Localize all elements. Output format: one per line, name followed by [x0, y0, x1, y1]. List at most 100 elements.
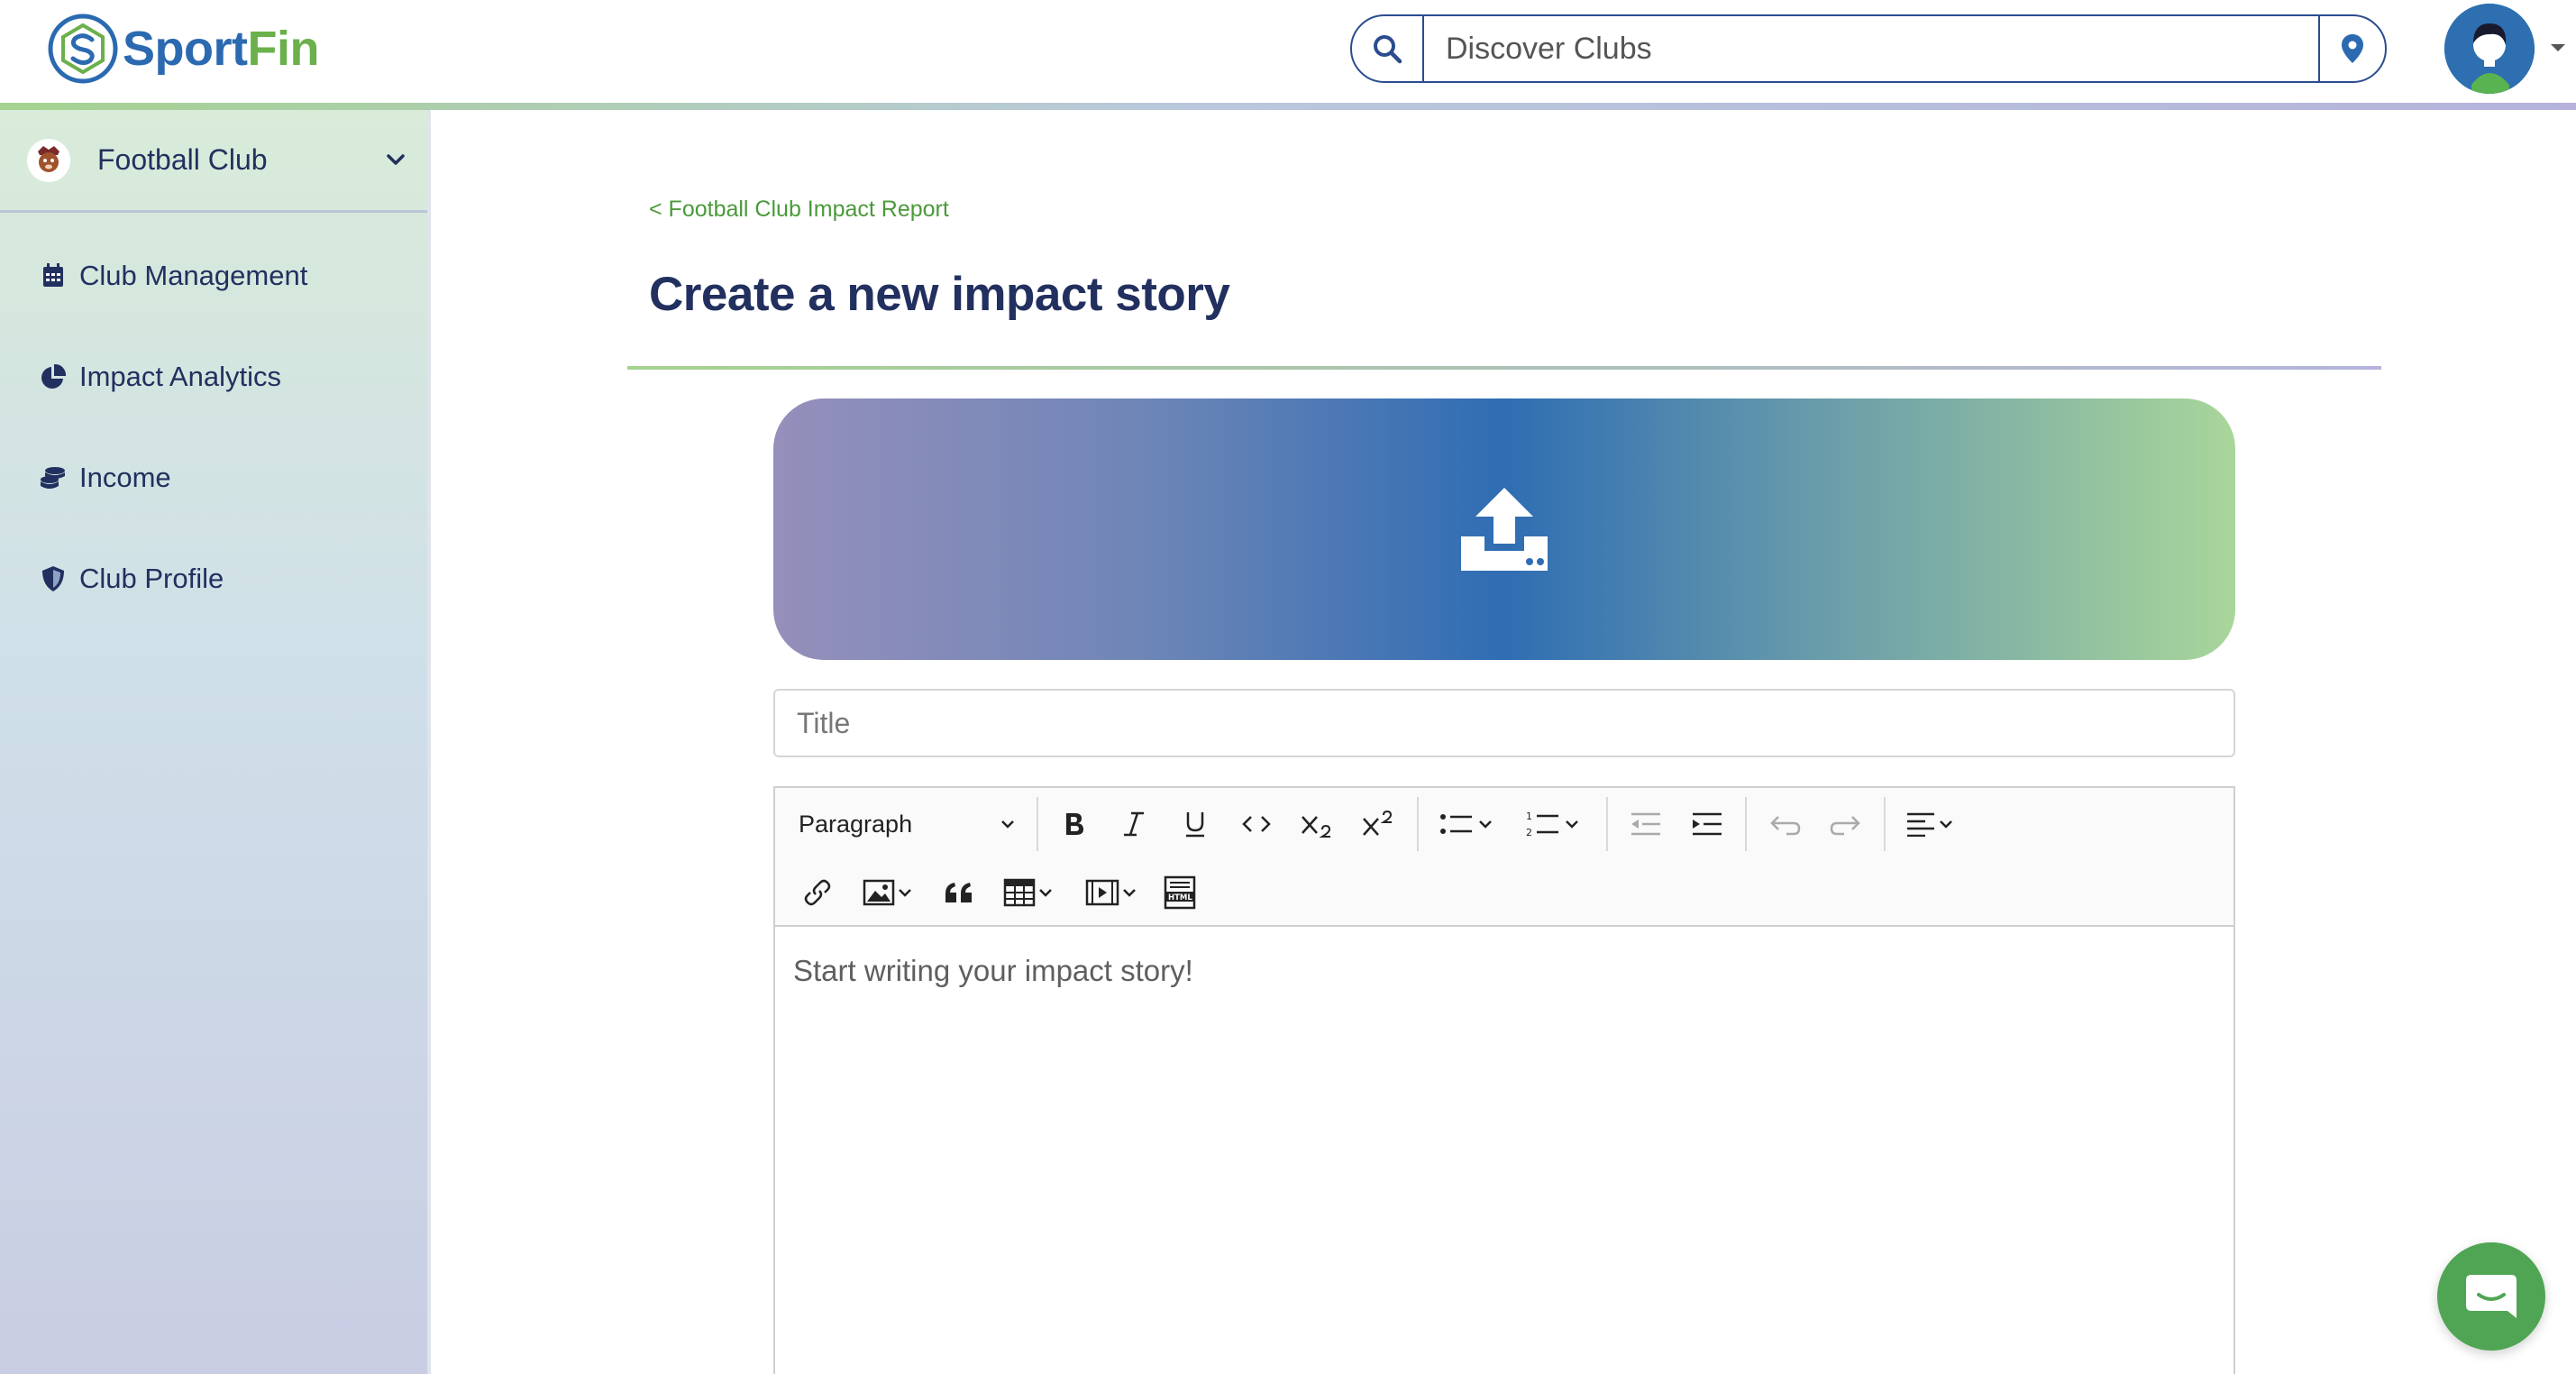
html-embed-button[interactable]: HTML — [1154, 866, 1206, 920]
chevron-down-icon — [1479, 820, 1492, 829]
toolbar-separator — [1037, 797, 1038, 851]
search-button[interactable] — [1352, 16, 1424, 81]
club-name: Football Club — [97, 143, 268, 176]
logo-text-sport: Sport — [123, 22, 248, 76]
chevron-down-icon — [1566, 820, 1578, 829]
numbered-list-dropdown[interactable]: 12 — [1509, 797, 1599, 851]
html-embed-icon: HTML — [1164, 875, 1196, 910]
sidebar-item-club-management[interactable]: Club Management — [0, 225, 427, 326]
avatar-dropdown-icon[interactable] — [2547, 36, 2569, 58]
pie-chart-icon — [40, 363, 67, 390]
underline-icon — [1186, 812, 1204, 838]
map-pin-icon — [2342, 34, 2363, 63]
sidebar-item-club-profile[interactable]: Club Profile — [0, 528, 427, 629]
title-divider — [627, 366, 2381, 370]
shield-icon — [40, 565, 67, 592]
link-button[interactable] — [788, 866, 847, 920]
coins-icon — [40, 464, 67, 491]
undo-icon — [1770, 816, 1801, 836]
logo-mark-icon — [48, 14, 118, 84]
media-icon — [1085, 879, 1119, 906]
redo-button[interactable] — [1815, 797, 1877, 851]
club-switcher[interactable]: Football Club — [0, 110, 427, 213]
user-avatar-icon — [2444, 4, 2535, 94]
club-badge-icon — [27, 138, 70, 182]
italic-icon — [1124, 811, 1144, 837]
link-icon — [804, 879, 831, 906]
sidebar-item-label: Club Profile — [79, 563, 224, 594]
toolbar-separator — [1606, 797, 1608, 851]
insert-image-dropdown[interactable] — [847, 866, 930, 920]
image-upload-area[interactable] — [773, 398, 2235, 660]
rich-text-editor: Paragraph 1 2 HTML Start writing your im… — [773, 786, 2235, 1374]
top-bar: SportFin — [0, 0, 2576, 103]
chat-icon — [2466, 1275, 2517, 1318]
search-input[interactable] — [1424, 16, 2318, 81]
table-icon — [1003, 878, 1036, 907]
paragraph-style-select[interactable]: Paragraph — [775, 797, 1029, 851]
insert-table-dropdown[interactable] — [988, 866, 1071, 920]
redo-icon — [1830, 816, 1860, 836]
italic-button[interactable] — [1103, 797, 1165, 851]
quote-icon — [945, 883, 972, 902]
search-bar — [1350, 14, 2387, 83]
sidebar-item-label: Impact Analytics — [79, 361, 281, 392]
svg-text:1: 1 — [1526, 811, 1532, 822]
bold-icon — [1066, 813, 1083, 835]
logo-text-fin: Fin — [247, 22, 320, 76]
calendar-icon — [40, 262, 67, 289]
underline-button[interactable] — [1165, 797, 1226, 851]
chevron-down-icon — [1123, 889, 1136, 897]
search-icon — [1374, 35, 1402, 64]
block-quote-button[interactable] — [930, 866, 988, 920]
page-title: Create a new impact story — [649, 268, 1230, 321]
sidebar-item-label: Club Management — [79, 260, 308, 291]
image-icon — [863, 879, 895, 906]
indent-button[interactable] — [1676, 797, 1738, 851]
bulleted-list-icon — [1440, 814, 1472, 834]
editor-content[interactable]: Start writing your impact story! — [775, 927, 2233, 1015]
indent-icon — [1693, 812, 1722, 836]
svg-text:2: 2 — [1526, 827, 1532, 838]
align-left-icon — [1907, 812, 1934, 837]
sportfin-logo[interactable]: SportFin — [47, 11, 319, 87]
superscript-button[interactable] — [1348, 797, 1410, 851]
paragraph-style-label: Paragraph — [799, 810, 913, 838]
location-button[interactable] — [2318, 16, 2385, 81]
sidebar-item-income[interactable]: Income — [0, 427, 427, 528]
sidebar-nav: Club Management Impact Analytics Income … — [0, 213, 427, 629]
breadcrumb[interactable]: < Football Club Impact Report — [649, 197, 949, 223]
chevron-down-icon — [1940, 820, 1952, 829]
toolbar-separator — [1884, 797, 1886, 851]
subscript-icon — [1302, 816, 1331, 838]
numbered-list-icon: 12 — [1526, 811, 1558, 838]
toolbar-separator — [1745, 797, 1747, 851]
outdent-button[interactable] — [1615, 797, 1676, 851]
sidebar-item-impact-analytics[interactable]: Impact Analytics — [0, 326, 427, 427]
undo-button[interactable] — [1754, 797, 1815, 851]
chevron-down-icon — [1039, 889, 1052, 897]
avatar[interactable] — [2444, 4, 2535, 94]
editor-toolbar: Paragraph 1 2 HTML — [775, 788, 2233, 927]
code-button[interactable] — [1226, 797, 1287, 851]
bulleted-list-dropdown[interactable] — [1426, 797, 1509, 851]
bold-button[interactable] — [1046, 797, 1103, 851]
chevron-down-icon — [1001, 820, 1014, 829]
chevron-down-icon[interactable] — [384, 148, 407, 171]
text-align-dropdown[interactable] — [1893, 797, 1969, 851]
outdent-icon — [1631, 812, 1660, 836]
sidebar-item-label: Income — [79, 462, 171, 493]
chevron-down-icon — [899, 889, 911, 897]
chat-support-button[interactable] — [2437, 1242, 2545, 1351]
code-icon — [1242, 816, 1271, 832]
upload-icon — [1461, 488, 1548, 571]
sidebar: Football Club Club Management Impact Ana… — [0, 110, 431, 1374]
editor-placeholder: Start writing your impact story! — [793, 954, 1193, 987]
subscript-button[interactable] — [1287, 797, 1348, 851]
header-divider — [0, 103, 2576, 110]
insert-media-dropdown[interactable] — [1071, 866, 1154, 920]
story-title-input[interactable] — [773, 689, 2235, 757]
svg-text:HTML: HTML — [1168, 893, 1192, 902]
logo-text: SportFin — [123, 21, 319, 77]
toolbar-separator — [1417, 797, 1419, 851]
